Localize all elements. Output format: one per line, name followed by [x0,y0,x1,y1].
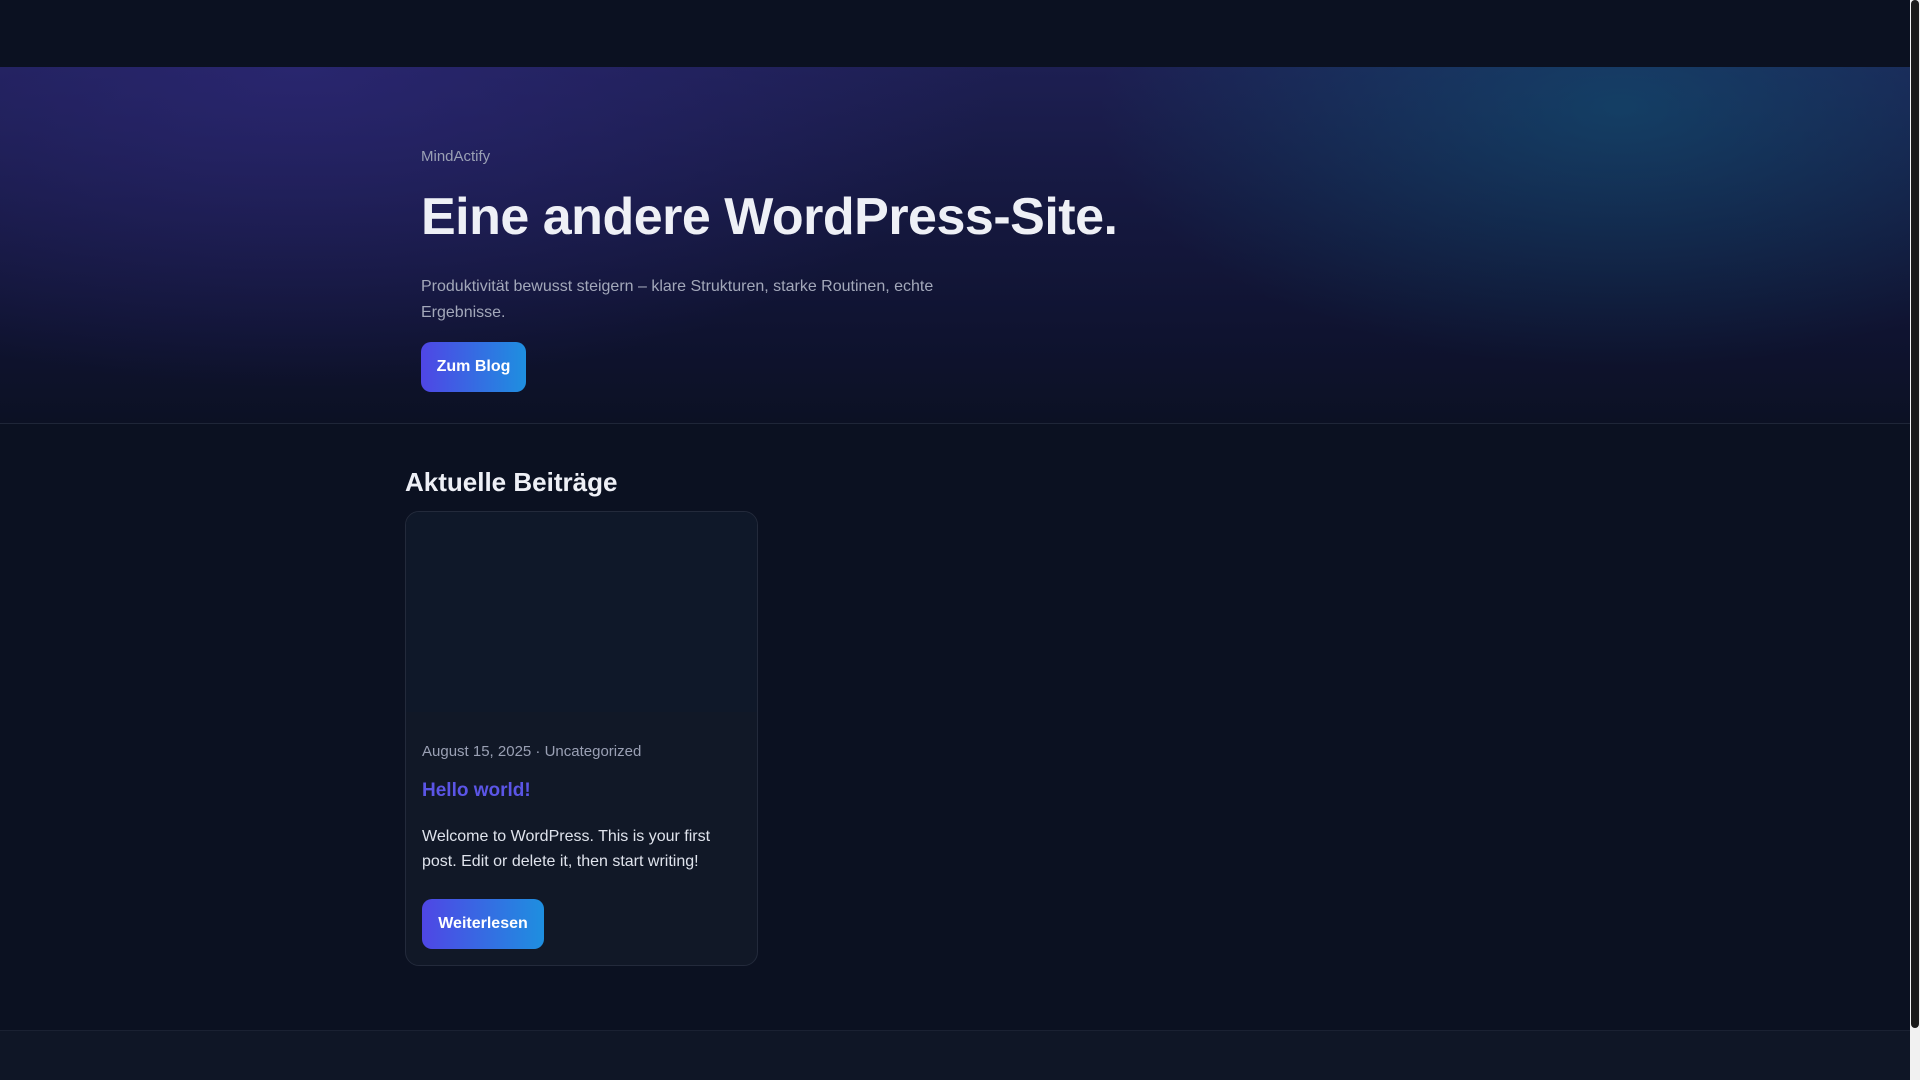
scrollbar-thumb[interactable] [1911,0,1919,1028]
site-footer [0,1030,1910,1080]
post-thumbnail[interactable] [406,512,757,712]
post-meta: August 15, 2025 · Uncategorized [422,743,642,760]
post-excerpt: Welcome to WordPress. This is your first… [422,828,711,870]
hero-subtitle: Produktivität bewusst steigern – klare S… [421,278,934,321]
site-header [0,0,1910,67]
scrollbar[interactable] [1910,0,1920,1080]
read-more-button[interactable]: Weiterlesen [422,899,544,949]
page: MindActify Eine andere WordPress-Site. P… [0,0,1920,1080]
site-brand[interactable]: MindActify [421,148,490,165]
post-title-link[interactable]: Hello world! [422,780,531,802]
hero-title: Eine andere WordPress-Site. [421,188,1118,246]
recent-posts-title: Aktuelle Beiträge [405,467,618,497]
blog-button[interactable]: Zum Blog [421,342,526,392]
post-card: August 15, 2025 · Uncategorized Hello wo… [405,511,758,966]
hero-section: MindActify Eine andere WordPress-Site. P… [0,67,1910,424]
